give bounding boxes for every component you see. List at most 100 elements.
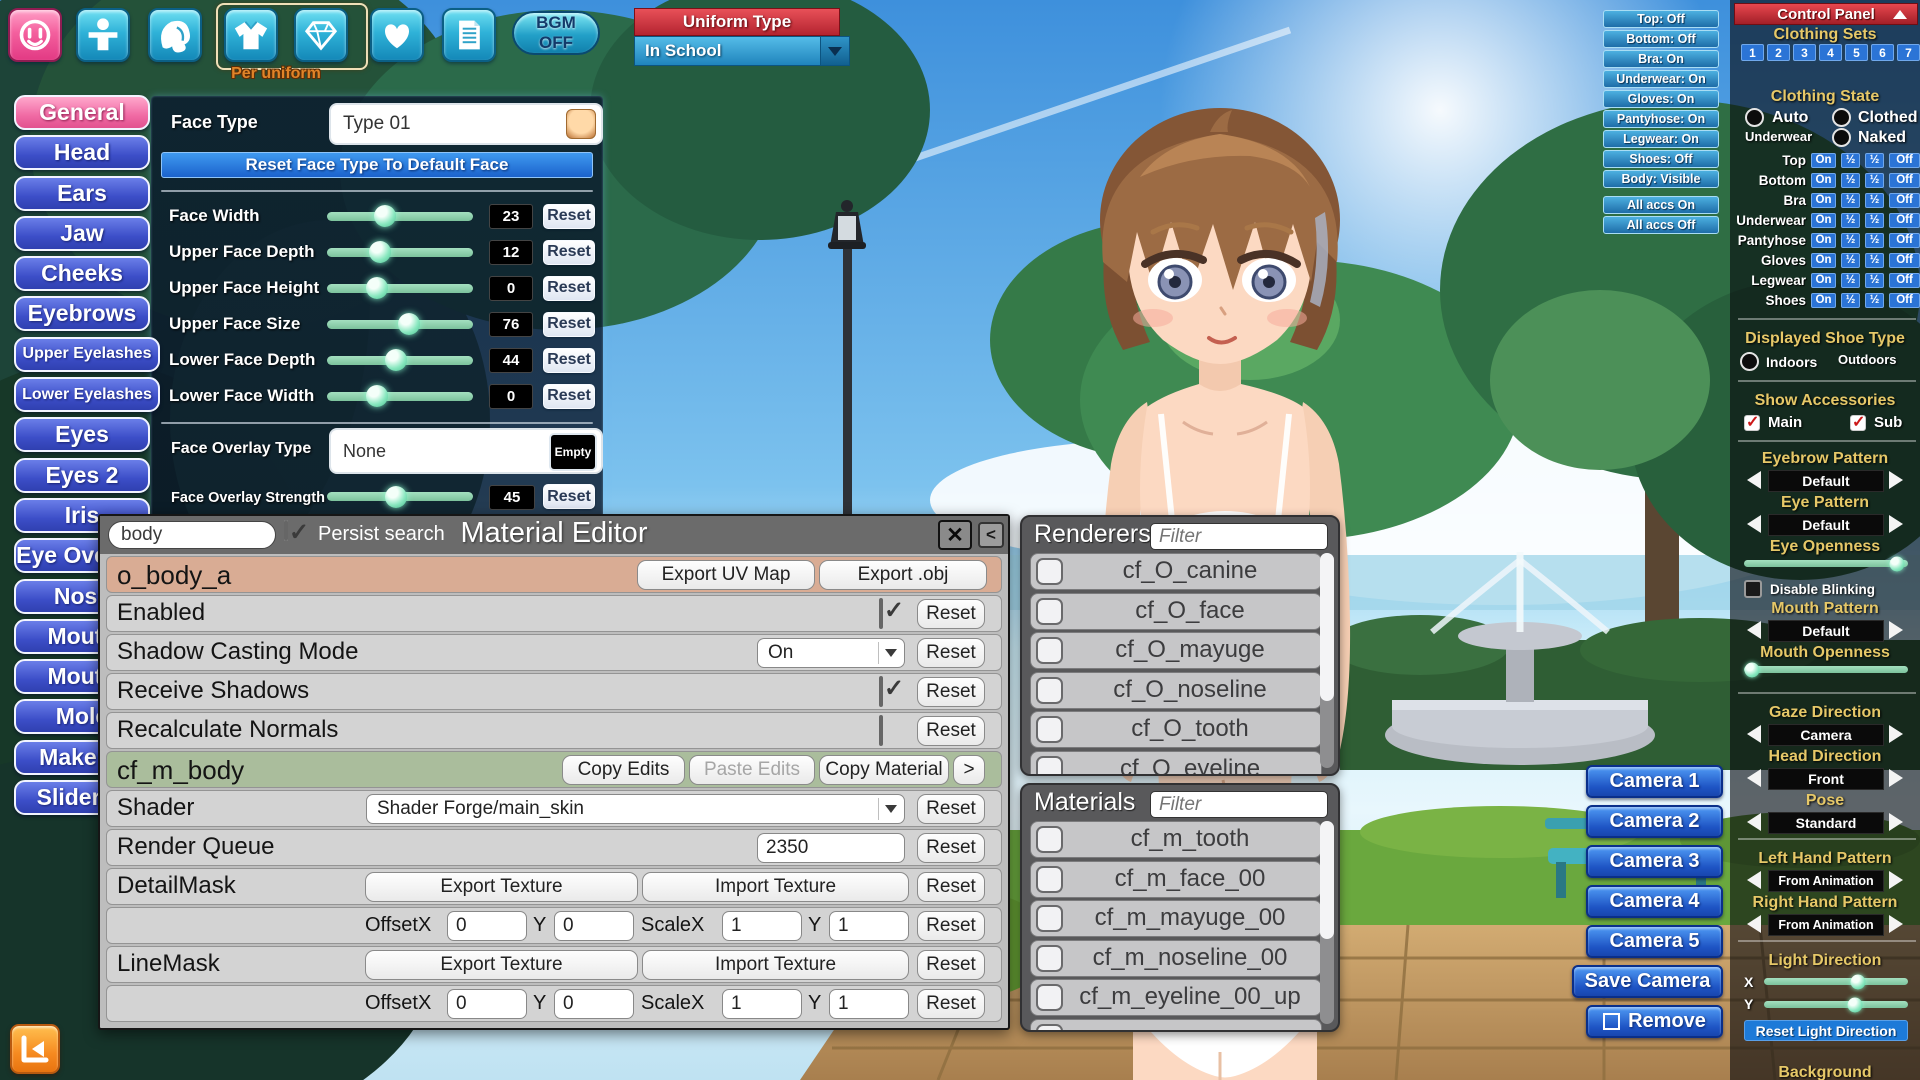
- clothing-status-button[interactable]: Top: Off: [1603, 10, 1719, 28]
- clothing-status-button[interactable]: Bottom: Off: [1603, 30, 1719, 48]
- next-arrow-icon[interactable]: [1889, 471, 1912, 489]
- reset-button[interactable]: Reset: [917, 794, 985, 824]
- renderer-item[interactable]: cf_O_face: [1030, 593, 1322, 630]
- clothing-half-button[interactable]: ½: [1841, 293, 1860, 308]
- right-hand-pattern-value[interactable]: From Animation: [1768, 914, 1884, 936]
- material-editor-titlebar[interactable]: Persist search Material Editor ✕ <: [100, 516, 1008, 554]
- slider-reset-button[interactable]: Reset: [543, 312, 595, 337]
- clothing-set-button[interactable]: 2: [1767, 44, 1790, 61]
- reset-button[interactable]: Reset: [917, 716, 985, 746]
- offset-y-input[interactable]: 0: [554, 989, 634, 1019]
- receive-shadows-checkbox[interactable]: [879, 676, 883, 707]
- clothing-half-button[interactable]: ½: [1865, 173, 1884, 188]
- next-arrow-icon[interactable]: [1889, 769, 1912, 787]
- renderers-filter-input[interactable]: [1150, 523, 1328, 550]
- clothing-on-button[interactable]: On: [1811, 193, 1836, 208]
- radio-icon[interactable]: [1832, 128, 1851, 147]
- scale-y-input[interactable]: 1: [829, 989, 909, 1019]
- face-type-select[interactable]: Type 01: [329, 103, 603, 145]
- offset-x-input[interactable]: 0: [447, 989, 527, 1019]
- import-texture-button[interactable]: Import Texture: [642, 872, 909, 902]
- clothing-half-button[interactable]: ½: [1865, 293, 1884, 308]
- reset-button[interactable]: Reset: [917, 638, 985, 668]
- clothing-half-button[interactable]: ½: [1865, 273, 1884, 288]
- clothing-half-button[interactable]: ½: [1841, 193, 1860, 208]
- face-slider[interactable]: [327, 248, 473, 257]
- clothing-half-button[interactable]: ½: [1841, 153, 1860, 168]
- face-slider[interactable]: [327, 356, 473, 365]
- clothing-off-button[interactable]: Off: [1889, 293, 1920, 308]
- checkbox-icon[interactable]: [1744, 415, 1760, 431]
- clothing-half-button[interactable]: ½: [1841, 173, 1860, 188]
- clothing-status-button[interactable]: Pantyhose: On: [1603, 110, 1719, 128]
- recalculate-normals-checkbox[interactable]: [879, 715, 883, 746]
- chevron-down-icon[interactable]: [820, 37, 849, 65]
- mouth-openness-slider[interactable]: [1744, 666, 1908, 673]
- renderer-checkbox[interactable]: [1036, 756, 1063, 777]
- eye-openness-slider[interactable]: [1744, 560, 1908, 567]
- face-slider[interactable]: [327, 284, 473, 293]
- import-texture-button[interactable]: Import Texture: [642, 950, 909, 980]
- clothing-off-button[interactable]: Off: [1889, 233, 1920, 248]
- renderer-item[interactable]: cf_O_canine: [1030, 553, 1322, 590]
- material-checkbox[interactable]: [1036, 945, 1063, 972]
- material-item[interactable]: cf_m_face_00: [1030, 861, 1322, 898]
- shader-select[interactable]: Shader Forge/main_skin: [366, 794, 905, 824]
- renderer-item[interactable]: cf_O_mayuge: [1030, 632, 1322, 669]
- clothing-half-button[interactable]: ½: [1841, 273, 1860, 288]
- shadow-casting-select[interactable]: On: [757, 638, 905, 668]
- sidebar-item[interactable]: General: [14, 95, 150, 130]
- disable-blinking-checkbox[interactable]: Disable Blinking: [1744, 580, 1875, 598]
- mouth-pattern-value[interactable]: Default: [1768, 620, 1884, 642]
- clothing-off-button[interactable]: Off: [1889, 193, 1920, 208]
- overlay-empty-badge[interactable]: Empty: [549, 433, 597, 471]
- eye-pattern-value[interactable]: Default: [1768, 514, 1884, 536]
- face-slider[interactable]: [327, 320, 473, 329]
- clothing-set-button[interactable]: 3: [1793, 44, 1816, 61]
- hair-tab-button[interactable]: [148, 8, 202, 62]
- clothing-off-button[interactable]: Off: [1889, 213, 1920, 228]
- list-tab-button[interactable]: [442, 8, 496, 62]
- copy-material-button[interactable]: Copy Material: [819, 755, 949, 785]
- face-overlay-strength-slider[interactable]: [327, 492, 473, 501]
- scrollbar-thumb[interactable]: [1320, 821, 1334, 939]
- renderer-checkbox[interactable]: [1036, 558, 1063, 585]
- clothing-set-button[interactable]: 4: [1819, 44, 1842, 61]
- prev-arrow-icon[interactable]: [1738, 471, 1761, 489]
- light-x-slider[interactable]: [1764, 978, 1908, 985]
- clothing-half-button[interactable]: ½: [1865, 213, 1884, 228]
- renderer-item[interactable]: cf_O_tooth: [1030, 711, 1322, 748]
- head-direction-value[interactable]: Front: [1768, 768, 1884, 790]
- renderer-checkbox[interactable]: [1036, 598, 1063, 625]
- clothing-set-button[interactable]: 1: [1741, 44, 1764, 61]
- clothing-half-button[interactable]: ½: [1841, 253, 1860, 268]
- material-checkbox[interactable]: [1036, 984, 1063, 1011]
- radio-icon[interactable]: [1832, 108, 1851, 127]
- prev-arrow-icon[interactable]: [1738, 515, 1761, 533]
- clothing-on-button[interactable]: On: [1811, 213, 1836, 228]
- reset-button[interactable]: Reset: [917, 911, 985, 941]
- clothing-half-button[interactable]: ½: [1865, 253, 1884, 268]
- clothing-half-button[interactable]: ½: [1841, 233, 1860, 248]
- clothing-on-button[interactable]: On: [1811, 293, 1836, 308]
- paste-edits-button[interactable]: Paste Edits: [689, 755, 815, 785]
- clothing-half-button[interactable]: ½: [1865, 153, 1884, 168]
- naked-radio[interactable]: Naked: [1832, 128, 1906, 147]
- clothing-status-button[interactable]: Gloves: On: [1603, 90, 1719, 108]
- clothing-set-button[interactable]: 6: [1871, 44, 1894, 61]
- slider-reset-button[interactable]: Reset: [543, 204, 595, 229]
- save-camera-button[interactable]: Save Camera: [1572, 965, 1723, 998]
- sidebar-item[interactable]: Head: [14, 135, 150, 170]
- checkbox-icon[interactable]: [1744, 580, 1762, 598]
- clothing-set-button[interactable]: 7: [1897, 44, 1920, 61]
- sidebar-item[interactable]: Eyebrows: [14, 296, 150, 331]
- next-arrow-icon[interactable]: [1889, 915, 1912, 933]
- material-item[interactable]: cf_m_noseline_00: [1030, 940, 1322, 977]
- reset-button[interactable]: Reset: [917, 833, 985, 863]
- clothing-half-button[interactable]: ½: [1865, 233, 1884, 248]
- sidebar-item[interactable]: Cheeks: [14, 256, 150, 291]
- offset-x-input[interactable]: 0: [447, 911, 527, 941]
- face-tab-button[interactable]: [8, 8, 62, 62]
- next-arrow-icon[interactable]: [1889, 515, 1912, 533]
- clothing-status-button[interactable]: Legwear: On: [1603, 130, 1719, 148]
